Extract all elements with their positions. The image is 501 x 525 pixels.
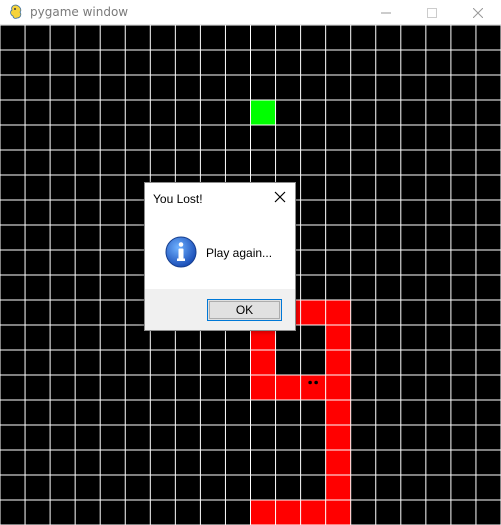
snake-segment [300,500,326,525]
close-icon [473,7,483,18]
snake-segment [250,500,276,525]
snake-segment [325,350,351,375]
snake-segment [325,425,351,450]
snake-segment [325,400,351,425]
snake-segment [325,375,351,400]
ok-button[interactable]: OK [207,299,282,321]
information-icon [165,236,197,268]
dialog-title: You Lost! [153,192,203,206]
dialog-close-button[interactable] [268,186,292,208]
dialog-message: Play again... [206,246,273,260]
snake-segment [325,500,351,525]
dialog-footer: OK [145,289,295,330]
snake-eye [308,380,312,385]
snake-segment [325,300,351,325]
food-block [250,100,276,125]
snake-segment [275,500,301,525]
close-icon [274,191,286,203]
snake-segment [275,375,301,400]
snake-segment [325,475,351,500]
snake-segment [250,375,276,400]
snake-eye [314,380,318,385]
title-bar: pygame window [0,0,501,25]
game-over-dialog: You Lost! Play again... OK [144,182,296,331]
close-button[interactable] [455,0,501,25]
minimize-icon [381,12,391,13]
maximize-button[interactable] [409,0,455,25]
minimize-button[interactable] [363,0,409,25]
window-title: pygame window [30,5,129,19]
snake-segment [325,325,351,350]
pygame-snake-icon [10,4,22,19]
snake-segment [250,350,276,375]
snake-head [300,375,326,400]
maximize-icon [427,7,437,18]
snake-segment [300,300,326,325]
snake-segment [325,450,351,475]
